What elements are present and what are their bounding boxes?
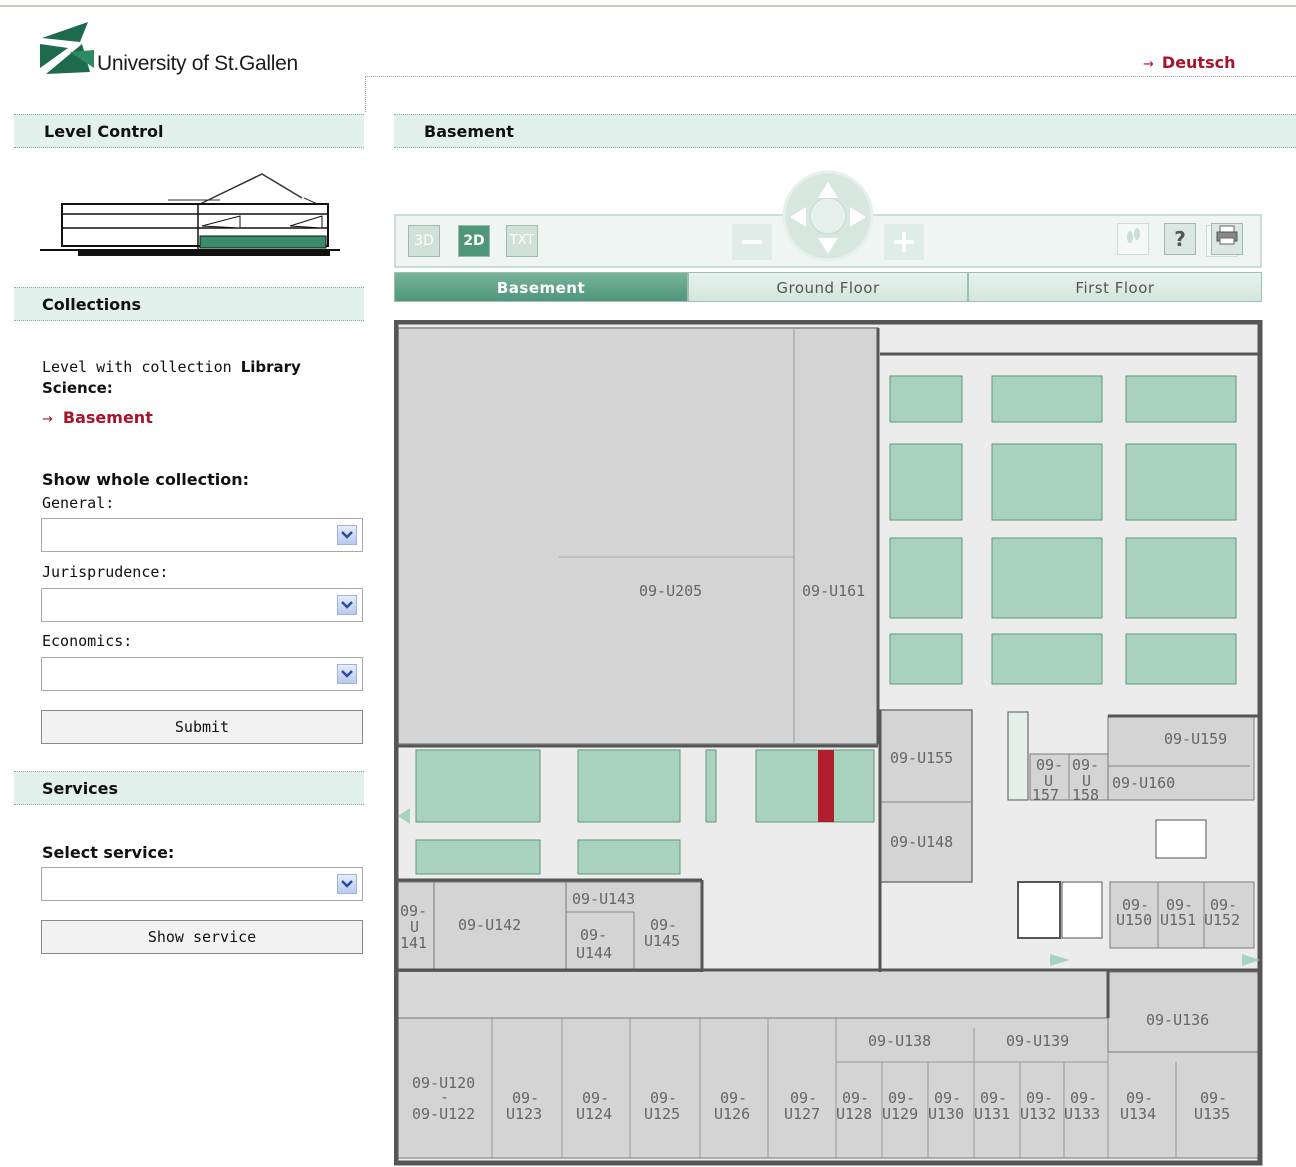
language-link-deutsch[interactable]: → Deutsch: [1143, 53, 1235, 72]
room-label: U131: [974, 1105, 1010, 1123]
room-label: 09-U205: [639, 582, 702, 600]
room-label: U127: [784, 1105, 820, 1123]
room-label: U132: [1020, 1105, 1056, 1123]
level-control-header: Level Control: [14, 114, 364, 148]
room-label: U150: [1116, 911, 1152, 929]
room-label: U133: [1064, 1105, 1100, 1123]
tab-basement[interactable]: Basement: [394, 272, 688, 302]
collection-intro-text: Level with collection Library: [42, 358, 301, 376]
room-09-u205: [397, 327, 879, 745]
room-label: 09-U148: [890, 833, 953, 851]
chevron-down-icon[interactable]: [337, 664, 357, 684]
arrow-right-icon: →: [1143, 57, 1154, 72]
room-label: U145: [644, 932, 680, 950]
select-service-label: Select service:: [42, 843, 175, 862]
room-label: 09-U161: [802, 582, 865, 600]
room-label: 09-U122: [412, 1105, 475, 1123]
help-icon[interactable]: ?: [1164, 223, 1196, 255]
services-header: Services: [14, 771, 364, 805]
view-txt-button[interactable]: TXT: [506, 225, 538, 257]
room-label: 158: [1072, 786, 1099, 804]
print-icon[interactable]: [1211, 223, 1243, 255]
header-divider: [365, 76, 1296, 77]
level-title-header: Basement: [394, 114, 1296, 148]
economics-select[interactable]: [41, 657, 363, 691]
zoom-out-icon[interactable]: [732, 224, 772, 260]
collection-intro-text-2: Science:: [42, 379, 113, 397]
room-label: U151: [1160, 911, 1196, 929]
room-label: U130: [928, 1105, 964, 1123]
pan-right-icon[interactable]: [846, 205, 868, 229]
level-title: Basement: [424, 122, 514, 141]
view-2d-button[interactable]: 2D: [458, 225, 490, 257]
pan-up-icon[interactable]: [816, 180, 840, 202]
zoom-in-icon[interactable]: [884, 224, 924, 260]
submit-button[interactable]: Submit: [41, 710, 363, 744]
floor-plan-map[interactable]: 09-U205 09-U161 09-U155 09-U148 09-U159 …: [394, 320, 1264, 1167]
room-label: 157: [1032, 786, 1059, 804]
university-name: University of St.Gallen: [97, 52, 298, 75]
collection-level-link[interactable]: → Basement: [42, 408, 153, 427]
top-border: [0, 5, 1296, 7]
room-label: U134: [1120, 1105, 1156, 1123]
room-label: 09-: [580, 926, 607, 944]
arrow-right-icon: →: [42, 412, 53, 427]
room-label: 09-U160: [1112, 774, 1175, 792]
tab-first-floor[interactable]: First Floor: [968, 272, 1262, 302]
general-label: General:: [42, 494, 115, 512]
room-label: 09-U143: [572, 890, 635, 908]
general-select[interactable]: [41, 518, 363, 552]
economics-label: Economics:: [42, 632, 133, 650]
room-label: U135: [1194, 1105, 1230, 1123]
jurisprudence-select[interactable]: [41, 588, 363, 622]
tab-ground-floor[interactable]: Ground Floor: [688, 272, 968, 302]
room-label: 09-U159: [1164, 730, 1227, 748]
room-label: 09-U138: [868, 1032, 931, 1050]
room-label: 09-U142: [458, 916, 521, 934]
pan-left-icon[interactable]: [788, 205, 810, 229]
room-label: U123: [506, 1105, 542, 1123]
room-label: U129: [882, 1105, 918, 1123]
room-label: U144: [576, 944, 612, 962]
service-select[interactable]: [41, 867, 363, 901]
jurisprudence-label: Jurisprudence:: [42, 563, 169, 581]
room-label: 09-U136: [1146, 1011, 1209, 1029]
chevron-down-icon[interactable]: [337, 595, 357, 615]
room-label: 09-U139: [1006, 1032, 1069, 1050]
room-label: 09-U155: [890, 749, 953, 767]
chevron-down-icon[interactable]: [337, 525, 357, 545]
view-3d-button[interactable]: 3D: [408, 225, 440, 257]
room-label: U124: [576, 1105, 612, 1123]
level-tabs: Basement Ground Floor First Floor: [394, 272, 1262, 302]
room-label: U152: [1204, 911, 1240, 929]
pan-down-icon[interactable]: [816, 234, 840, 256]
room-label: 141: [400, 934, 427, 952]
collections-header: Collections: [14, 287, 364, 321]
room-label: U125: [644, 1105, 680, 1123]
room-label: U128: [836, 1105, 872, 1123]
footprint-icon[interactable]: [1117, 223, 1149, 255]
show-whole-collection-title: Show whole collection:: [42, 470, 250, 489]
chevron-down-icon[interactable]: [337, 874, 357, 894]
room-label: -: [440, 1088, 449, 1106]
building-section-diagram[interactable]: [40, 170, 340, 262]
show-service-button[interactable]: Show service: [41, 920, 363, 954]
header-divider-vertical: [365, 76, 366, 112]
room-label: U126: [714, 1105, 750, 1123]
